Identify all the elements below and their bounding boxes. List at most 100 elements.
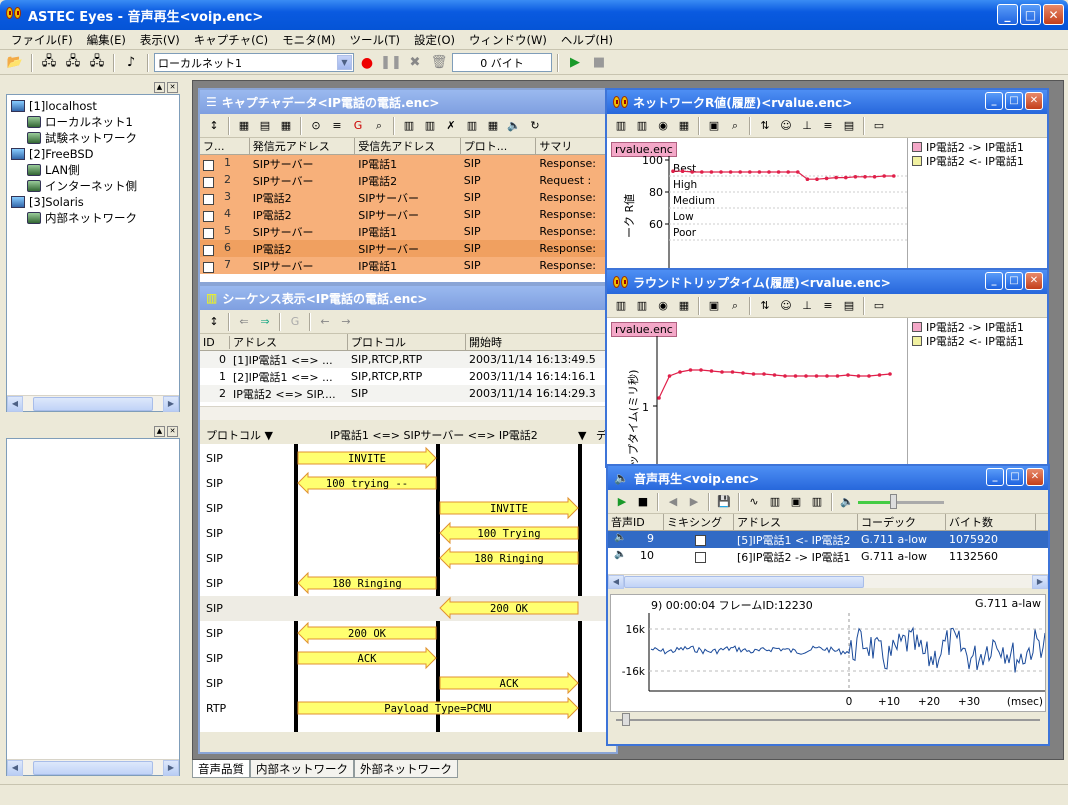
sequence-message[interactable]: 100 trying -- bbox=[297, 471, 437, 495]
tree-hscroll[interactable]: ◀ ▶ bbox=[7, 395, 179, 412]
row-checkbox[interactable] bbox=[203, 211, 214, 222]
table-row[interactable]: 6 IP電話2 SIPサーバー SIP Response: bbox=[200, 240, 616, 257]
play-icon[interactable]: ▶ bbox=[564, 53, 586, 73]
sequence-hscroll[interactable] bbox=[200, 406, 616, 420]
tab-external-network[interactable]: 外部ネットワーク bbox=[354, 760, 458, 778]
rvalue-window[interactable]: ネットワークR値(履歴)<rvalue.enc> _ □ ✕ ▥ ▥ ◉ ▦ ▣ ⌕ ⇅ ☺ ⊥… bbox=[605, 88, 1049, 272]
graph-icon[interactable]: ▥ bbox=[462, 116, 482, 136]
sequence-message[interactable]: 180 Ringing bbox=[439, 546, 579, 570]
lower-hscroll[interactable]: ◀ ▶ bbox=[7, 759, 179, 776]
menu-edit[interactable]: 編集(E) bbox=[80, 32, 133, 48]
pane-close-button[interactable]: ✕ bbox=[167, 81, 178, 93]
goto-icon[interactable]: G bbox=[285, 312, 305, 332]
scroll-thumb[interactable] bbox=[33, 396, 153, 411]
close-button[interactable]: ✕ bbox=[1025, 92, 1043, 110]
volume-icon[interactable]: 🔈 bbox=[837, 492, 857, 512]
filter-icon[interactable]: ≡ bbox=[327, 116, 347, 136]
find-icon[interactable]: ⌕ bbox=[369, 116, 389, 136]
row-view-icon[interactable]: ▤ bbox=[255, 116, 275, 136]
prev-icon[interactable]: ← bbox=[315, 312, 335, 332]
wave-view-icon[interactable]: ∿ bbox=[744, 492, 764, 512]
menu-monitor[interactable]: モニタ(M) bbox=[275, 32, 342, 48]
table-icon[interactable]: ▦ bbox=[674, 116, 694, 136]
row-checkbox[interactable] bbox=[203, 194, 214, 205]
menu-capture[interactable]: キャプチャ(C) bbox=[187, 32, 275, 48]
close-button[interactable]: ✕ bbox=[1043, 4, 1064, 25]
table-row[interactable]: 7 SIPサーバー IP電話1 SIP Response: bbox=[200, 257, 616, 274]
table-row[interactable]: 4 IP電話2 SIPサーバー SIP Response: bbox=[200, 206, 616, 223]
volume-slider[interactable] bbox=[858, 493, 944, 509]
column-header[interactable]: ミキシング bbox=[664, 514, 734, 530]
pin-icon[interactable]: ⊥ bbox=[797, 116, 817, 136]
scroll-right-icon[interactable]: ▶ bbox=[1032, 574, 1048, 589]
table-row[interactable]: 5 SIPサーバー IP電話1 SIP Response: bbox=[200, 223, 616, 240]
play-icon[interactable]: ▶ bbox=[612, 492, 632, 512]
graph-icon[interactable]: ▥ bbox=[611, 296, 631, 316]
save-icon[interactable]: 💾 bbox=[714, 492, 734, 512]
network-select[interactable]: ローカルネット1 ▼ bbox=[154, 53, 354, 72]
sequence-message[interactable]: 100 Trying bbox=[439, 521, 579, 545]
scroll-left-icon[interactable]: ◀ bbox=[7, 395, 23, 412]
tree-item[interactable]: ローカルネット1 bbox=[11, 114, 179, 130]
column-header[interactable]: 開始時 bbox=[466, 334, 606, 350]
table-icon[interactable]: ▦ bbox=[674, 296, 694, 316]
menu-settings[interactable]: 設定(O) bbox=[407, 32, 462, 48]
list-icon[interactable]: ≡ bbox=[818, 296, 838, 316]
pause-icon[interactable]: ❚❚ bbox=[380, 53, 402, 73]
table-view-icon[interactable]: ▦ bbox=[276, 116, 296, 136]
mixing-checkbox[interactable] bbox=[695, 534, 706, 546]
tree-item[interactable]: 内部ネットワーク bbox=[11, 210, 179, 226]
table-row[interactable]: 2 IP電話2 <=> SIP.... SIP 2003/11/14 16:14:29… bbox=[200, 385, 616, 402]
forward-icon[interactable]: ▶ bbox=[684, 492, 704, 512]
close-button[interactable]: ✕ bbox=[1026, 468, 1044, 486]
capture-table[interactable]: フ... 発信元アドレス 受信先アドレス プロト... サマリ 1 SIPサーバー IP電話1… bbox=[200, 138, 616, 282]
tree-item[interactable]: LAN側 bbox=[11, 162, 179, 178]
pane-minimize-button[interactable]: ▲ bbox=[154, 425, 165, 437]
row-checkbox[interactable] bbox=[203, 177, 214, 188]
rtt-window[interactable]: ラウンドトリップタイム(履歴)<rvalue.enc> _ □ ✕ ▥ ▥ ◉ ▦ ▣ ⌕ … bbox=[605, 268, 1049, 468]
menu-window[interactable]: ウィンドウ(W) bbox=[462, 32, 554, 48]
sequence-message[interactable]: 200 OK bbox=[297, 621, 437, 645]
scroll-thumb[interactable] bbox=[33, 760, 153, 775]
spectrum-icon[interactable]: ▥ bbox=[765, 492, 785, 512]
table-row[interactable]: 1 [2]IP電話1 <=> ... SIP,RTCP,RTP 2003/11/14 … bbox=[200, 368, 616, 385]
row-checkbox[interactable] bbox=[203, 262, 214, 273]
column-header[interactable]: コーデック bbox=[858, 514, 946, 530]
forward-arrow-icon[interactable]: ⇒ bbox=[255, 312, 275, 332]
window-icon[interactable]: ▣ bbox=[704, 116, 724, 136]
graph-icon[interactable]: ▥ bbox=[611, 116, 631, 136]
column-header[interactable]: バイト数 bbox=[946, 514, 1036, 530]
column-header[interactable]: プロトコル bbox=[348, 334, 466, 350]
maximize-button[interactable]: □ bbox=[1005, 272, 1023, 290]
column-header[interactable]: ID bbox=[200, 335, 230, 349]
minimize-button[interactable]: _ bbox=[986, 468, 1004, 486]
position-thumb[interactable] bbox=[622, 713, 630, 726]
audio-table[interactable]: 音声ID ミキシング アドレス コーデック バイト数 🔈 9 [5]IP電話1 <- IP電話… bbox=[608, 514, 1048, 574]
sequence-window[interactable]: ▥ シーケンス表示<IP電話の電話.enc> ↕ ⇐ ⇒ G ← → ID アドレス… bbox=[198, 284, 618, 754]
sequence-message[interactable]: INVITE bbox=[439, 496, 579, 520]
diagram-protocol-header[interactable]: プロトコル ▼ bbox=[206, 429, 273, 442]
goto-icon[interactable]: G bbox=[348, 116, 368, 136]
grid-icon[interactable]: ▦ bbox=[483, 116, 503, 136]
table-row[interactable]: 0 [1]IP電話1 <=> ... SIP,RTCP,RTP 2003/11/14 … bbox=[200, 351, 616, 368]
resize-icon[interactable]: ↕ bbox=[204, 116, 224, 136]
minimize-button[interactable]: _ bbox=[997, 4, 1018, 25]
column-header[interactable]: フ... bbox=[200, 138, 250, 154]
maximize-button[interactable]: □ bbox=[1020, 4, 1041, 25]
bar-icon[interactable]: ▥ bbox=[632, 116, 652, 136]
pane-minimize-button[interactable]: ▲ bbox=[154, 81, 165, 93]
report-icon[interactable]: ▤ bbox=[839, 116, 859, 136]
table-row[interactable]: 🔈 9 [5]IP電話1 <- IP電話2 G.711 a-low 1075920 bbox=[608, 531, 1048, 548]
position-slider[interactable] bbox=[608, 712, 1048, 728]
tab-voice-quality[interactable]: 音声品質 bbox=[192, 760, 250, 778]
grid-view-icon[interactable]: ▦ bbox=[234, 116, 254, 136]
menu-file[interactable]: ファイル(F) bbox=[4, 32, 80, 48]
sequence-diagram[interactable]: プロトコル ▼ IP電話1 <=> SIPサーバー <=> IP電話2 ▼ デ INVI… bbox=[200, 426, 616, 732]
report-icon[interactable]: ▤ bbox=[839, 296, 859, 316]
scroll-right-icon[interactable]: ▶ bbox=[163, 759, 179, 776]
sequence-table[interactable]: ID アドレス プロトコル 開始時 0 [1]IP電話1 <=> ... SIP,RTCP,… bbox=[200, 334, 616, 420]
column-header[interactable]: 受信先アドレス bbox=[355, 138, 461, 154]
diagram-path-header[interactable]: IP電話1 <=> SIPサーバー <=> IP電話2 bbox=[330, 428, 538, 442]
chart-icon[interactable]: ▥ bbox=[420, 116, 440, 136]
audio-window[interactable]: 🔈 音声再生<voip.enc> _ □ ✕ ▶ ■ ◀ ▶ 💾 ∿ ▥ ▣ ▥ 🔈 … bbox=[606, 464, 1050, 746]
